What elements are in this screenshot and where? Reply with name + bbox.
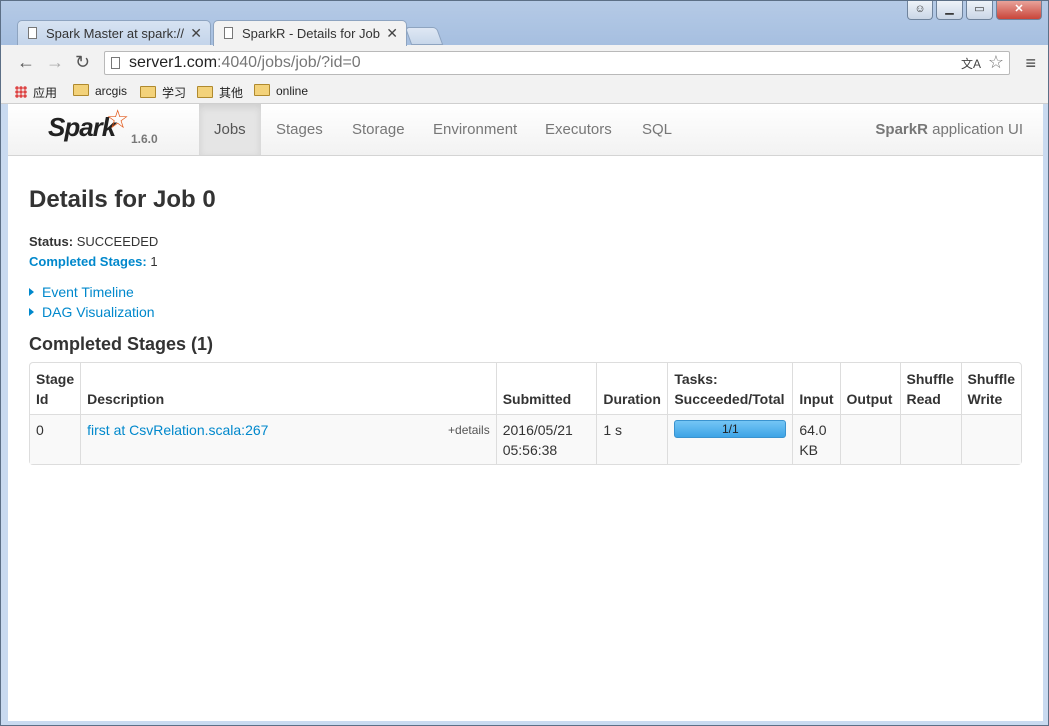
nav-sql[interactable]: SQL [627, 104, 687, 155]
tab-sparkr-details[interactable]: SparkR - Details for Job ✕ [213, 20, 407, 46]
browser-toolbar: ← → ↻ server1.com:4040/jobs/job/?id=0 文A… [1, 45, 1048, 81]
web-page: Spark ☆ 1.6.0 Jobs Stages Storage Enviro… [8, 104, 1043, 721]
tasks-progress-label: 1/1 [721, 422, 739, 436]
bookmarks-bar: 应用 arcgis 学习 其他 online [1, 81, 1048, 104]
completed-stages-summary: Completed Stages: 1 [29, 254, 158, 269]
user-icon[interactable]: ☺ [907, 1, 933, 20]
cell-stage-id: 0 [30, 414, 81, 464]
dag-visualization-label: DAG Visualization [42, 304, 155, 320]
table-header-row: Stage Id Description Submitted Duration … [30, 363, 1021, 414]
cell-description: +details first at CsvRelation.scala:267 [80, 414, 496, 464]
tab-label: SparkR - Details for Job [242, 26, 380, 41]
close-tab-icon[interactable]: ✕ [190, 25, 202, 42]
stage-description-link[interactable]: first at CsvRelation.scala:267 [87, 422, 268, 438]
folder-icon [73, 84, 89, 96]
cell-input: 64.0 KB [792, 414, 840, 464]
completed-stages-count: 1 [150, 254, 158, 269]
close-window-button[interactable]: ✕ [996, 1, 1042, 20]
spark-navbar: Spark ☆ 1.6.0 Jobs Stages Storage Enviro… [8, 104, 1043, 156]
close-tab-icon[interactable]: ✕ [386, 25, 398, 42]
nav-stages[interactable]: Stages [261, 104, 338, 155]
bookmark-label: online [276, 84, 309, 98]
tab-strip: Spark Master at spark:// ✕ SparkR - Deta… [1, 1, 1048, 46]
details-toggle[interactable]: +details [448, 420, 490, 440]
dag-visualization-toggle[interactable]: DAG Visualization [29, 304, 155, 320]
window-controls: ☺ ▁ ▭ ✕ [907, 1, 1042, 20]
table-row: 0 +details first at CsvRelation.scala:26… [30, 414, 1021, 464]
bookmark-star-icon[interactable]: ☆ [988, 52, 1004, 73]
minimize-button[interactable]: ▁ [936, 1, 963, 20]
col-stage-id[interactable]: Stage Id [30, 363, 80, 414]
page-icon [111, 57, 120, 69]
col-output[interactable]: Output [839, 363, 900, 414]
event-timeline-toggle[interactable]: Event Timeline [29, 284, 134, 300]
back-arrow-icon[interactable]: ← [17, 52, 35, 73]
cell-submitted: 2016/05/21 05:56:38 [495, 414, 597, 464]
page-icon [28, 27, 37, 39]
nav-jobs[interactable]: Jobs [199, 104, 261, 155]
cell-output [839, 414, 900, 464]
reload-icon[interactable]: ↻ [75, 52, 90, 73]
star-icon: ☆ [106, 104, 130, 134]
col-description[interactable]: Description [80, 363, 496, 414]
app-name: SparkR application UI [875, 104, 1023, 155]
bookmark-label: 应用 [33, 86, 58, 100]
cell-duration: 1 s [596, 414, 668, 464]
status-value: SUCCEEDED [76, 234, 159, 249]
menu-icon[interactable]: ≡ [1025, 53, 1036, 74]
tab-spark-master[interactable]: Spark Master at spark:// ✕ [17, 20, 211, 46]
url-text[interactable]: server1.com:4040/jobs/job/?id=0 [129, 54, 361, 72]
nav-executors[interactable]: Executors [530, 104, 627, 155]
col-duration[interactable]: Duration [596, 363, 667, 414]
triangle-right-icon [29, 308, 34, 316]
job-status: Status: SUCCEEDED [29, 234, 158, 249]
browser-window: Spark Master at spark:// ✕ SparkR - Deta… [0, 0, 1049, 726]
col-tasks[interactable]: Tasks: Succeeded/Total [667, 363, 792, 414]
col-input[interactable]: Input [792, 363, 839, 414]
triangle-right-icon [29, 288, 34, 296]
tasks-progress-bar: 1/1 [674, 420, 787, 438]
col-shuffle-write[interactable]: Shuffle Write [960, 363, 1021, 414]
col-submitted[interactable]: Submitted [495, 363, 597, 414]
app-name-rest: application UI [927, 121, 1023, 138]
nav-environment[interactable]: Environment [418, 104, 532, 155]
maximize-button[interactable]: ▭ [966, 1, 993, 20]
page-title: Details for Job 0 [29, 186, 216, 213]
bookmark-label: 学习 [162, 86, 187, 100]
apps-icon [15, 86, 27, 98]
bookmark-study[interactable]: 学习 [140, 84, 186, 101]
completed-stages-link[interactable]: Completed Stages: [29, 254, 147, 269]
folder-icon [140, 86, 156, 98]
bookmark-apps[interactable]: 应用 [15, 84, 57, 101]
tab-label: Spark Master at spark:// [46, 26, 184, 41]
bookmark-label: arcgis [95, 84, 128, 98]
spark-logo[interactable]: Spark ☆ [48, 104, 129, 143]
nav-storage[interactable]: Storage [337, 104, 420, 155]
address-bar[interactable]: server1.com:4040/jobs/job/?id=0 文A ☆ [104, 51, 1010, 75]
url-path: :4040/jobs/job/?id=0 [217, 54, 361, 71]
event-timeline-label: Event Timeline [42, 284, 134, 300]
bookmark-label: 其他 [219, 86, 244, 100]
translate-icon[interactable]: 文A [961, 55, 981, 72]
new-tab-button[interactable] [404, 27, 444, 45]
page-icon [224, 27, 233, 39]
folder-icon [197, 86, 213, 98]
cell-tasks: 1/1 [667, 414, 793, 464]
url-host: server1.com [129, 54, 218, 71]
status-label: Status: [29, 234, 74, 249]
cell-shuffle-read [899, 414, 961, 464]
app-name-bold: SparkR [875, 121, 928, 138]
forward-arrow-icon[interactable]: → [46, 52, 64, 73]
completed-stages-table: Stage Id Description Submitted Duration … [29, 362, 1022, 465]
bookmark-arcgis[interactable]: arcgis [73, 84, 127, 98]
col-shuffle-read[interactable]: Shuffle Read [899, 363, 961, 414]
cell-shuffle-write [960, 414, 1021, 464]
spark-version: 1.6.0 [131, 132, 158, 146]
bookmark-other[interactable]: 其他 [197, 84, 243, 101]
completed-stages-heading[interactable]: Completed Stages (1) [29, 334, 213, 355]
folder-icon [254, 84, 270, 96]
bookmark-online[interactable]: online [254, 84, 308, 98]
